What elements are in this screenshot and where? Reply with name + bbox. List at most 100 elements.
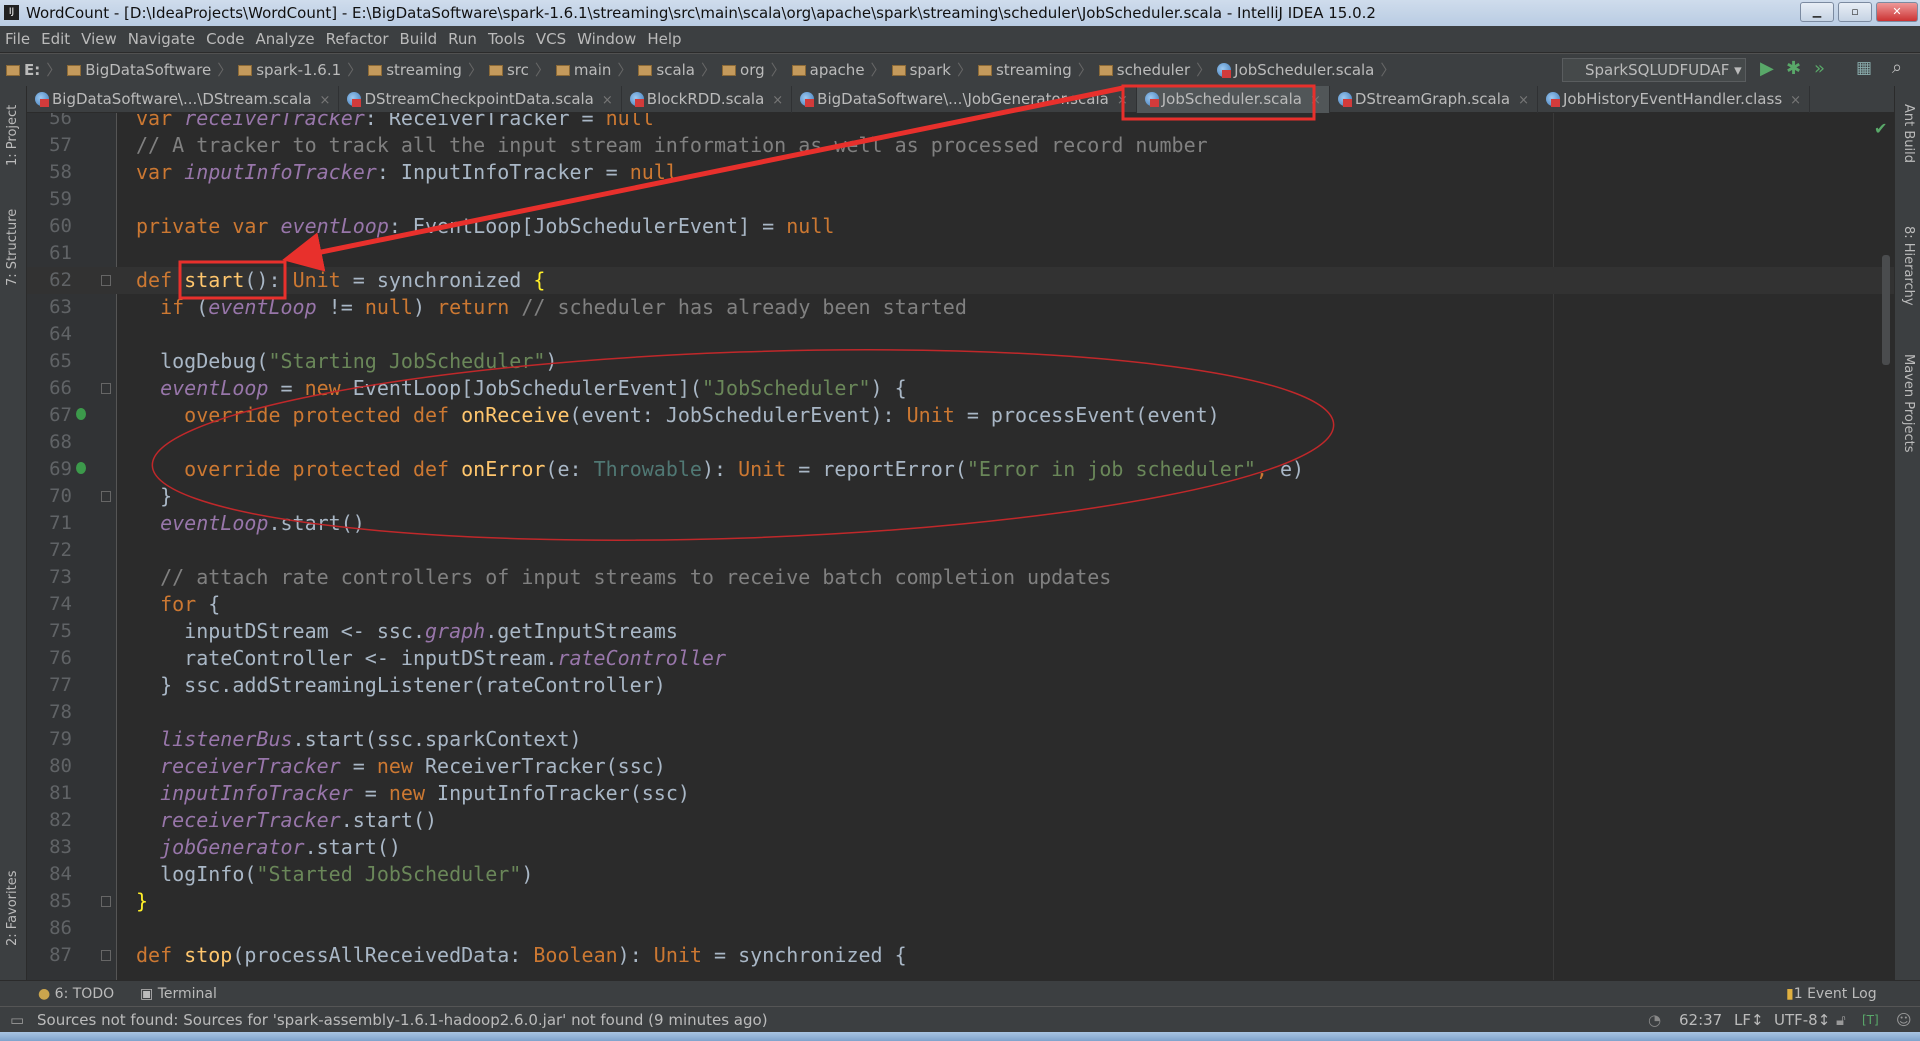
close-tab-icon[interactable]: × [1310, 93, 1321, 108]
line-number: 81 [49, 782, 72, 804]
lock-icon[interactable]: 🔓︎ [1836, 1007, 1846, 1033]
breadcrumb-item[interactable]: E: 〉 [6, 54, 61, 87]
fold-marker-icon[interactable] [101, 275, 111, 286]
code-token: Unit [738, 457, 787, 481]
fold-marker-icon[interactable] [101, 950, 111, 961]
event-log-button[interactable]: ▮1 Event Log [1786, 981, 1877, 1007]
project-tool-button[interactable]: 1: Project [5, 105, 20, 166]
breadcrumb-item[interactable]: streaming 〉 [977, 54, 1093, 87]
breadcrumb-item[interactable]: src 〉 [488, 54, 550, 87]
maven-projects-tool-button[interactable]: Maven Projects [1901, 354, 1916, 453]
memory-indicator-icon[interactable]: ◔ [1648, 1007, 1661, 1033]
code-editor[interactable]: 56 var receiverTracker: ReceiverTracker =… [27, 113, 1894, 980]
close-tab-icon[interactable]: × [772, 93, 783, 108]
menu-refactor[interactable]: Refactor [326, 30, 389, 48]
breadcrumb-item[interactable]: BigDataSoftware 〉 [67, 54, 232, 87]
project-structure-icon[interactable]: ▦ [1856, 58, 1872, 78]
breadcrumb-item[interactable]: apache 〉 [791, 54, 886, 87]
todo-tool-button[interactable]: ● 6: TODO [38, 981, 114, 1007]
code-token: "JobScheduler" [701, 376, 871, 400]
editor-tab[interactable]: JobScheduler.scala × [1136, 86, 1330, 113]
minimize-button[interactable]: ▁ [1800, 2, 1834, 22]
breadcrumb-item[interactable]: main 〉 [555, 54, 632, 87]
line-number: 68 [49, 431, 72, 453]
line-separator[interactable]: LF↕ [1734, 1007, 1764, 1033]
hector-icon[interactable]: ☺ [1896, 1007, 1912, 1033]
menu-tools[interactable]: Tools [488, 30, 525, 48]
editor-tab[interactable]: JobHistoryEventHandler.class × [1538, 86, 1811, 113]
menu-view[interactable]: View [81, 30, 117, 48]
code-token: ) [545, 349, 558, 373]
menu-code[interactable]: Code [206, 30, 244, 48]
close-tab-icon[interactable]: × [1790, 93, 1801, 108]
menu-window[interactable]: Window [577, 30, 636, 48]
code-token: .start() [304, 835, 401, 859]
breadcrumb-item[interactable]: scala 〉 [638, 54, 716, 87]
breadcrumb-separator: 〉 [770, 61, 786, 79]
caret-position[interactable]: 62:37 [1679, 1007, 1722, 1033]
breadcrumb-item[interactable]: scheduler 〉 [1098, 54, 1211, 87]
folder-icon [238, 65, 253, 76]
override-marker-icon[interactable] [76, 462, 86, 474]
breadcrumb-item[interactable]: JobScheduler.scala 〉 [1217, 54, 1395, 87]
editor-tab[interactable]: BigDataSoftware\...\JobGenerator.scala × [792, 86, 1137, 113]
file-encoding[interactable]: UTF-8↕ [1774, 1007, 1830, 1033]
fold-marker-icon[interactable] [101, 491, 111, 502]
code-token: eventLoop [136, 376, 269, 400]
code-line: 71 eventLoop.start() [27, 510, 1894, 537]
hierarchy-tool-button[interactable]: 8: Hierarchy [1901, 226, 1916, 306]
maximize-button[interactable]: ▫ [1838, 2, 1872, 22]
line-number: 69 [49, 458, 72, 480]
line-number: 78 [49, 701, 72, 723]
title-bar: IJ WordCount - [D:\IdeaProjects\WordCoun… [0, 0, 1920, 26]
run-icon[interactable]: ▶ [1760, 58, 1774, 79]
breadcrumb-label: streaming [386, 61, 462, 79]
menu-help[interactable]: Help [647, 30, 681, 48]
code-text: logInfo("Started JobScheduler") [136, 861, 533, 888]
close-button[interactable]: ✕ [1876, 2, 1918, 22]
menu-edit[interactable]: Edit [41, 30, 70, 48]
line-number: 65 [49, 350, 72, 372]
menu-run[interactable]: Run [448, 30, 477, 48]
breadcrumb-separator: 〉 [1380, 61, 1396, 79]
search-icon[interactable]: ⌕ [1892, 57, 1902, 78]
breadcrumb-item[interactable]: spark-1.6.1 〉 [238, 54, 362, 87]
code-token: override protected def [136, 403, 462, 427]
structure-tool-button[interactable]: 7: Structure [5, 209, 20, 286]
code-token: = reportError( [786, 457, 967, 481]
breadcrumb-item[interactable]: streaming 〉 [368, 54, 483, 87]
editor-tab[interactable]: DStreamGraph.scala × [1330, 86, 1538, 113]
toggle-tool-windows-icon[interactable]: ▭ [10, 1007, 24, 1033]
close-tab-icon[interactable]: × [1518, 93, 1529, 108]
breadcrumb-label: spark-1.6.1 [256, 61, 342, 79]
code-token: inputDStream <- ssc. [136, 619, 425, 643]
code-token: "Started JobScheduler" [256, 862, 522, 886]
vertical-scrollbar[interactable] [1882, 255, 1890, 365]
menu-vcs[interactable]: VCS [536, 30, 566, 48]
code-line: 81 inputInfoTracker = new InputInfoTrack… [27, 780, 1894, 807]
close-tab-icon[interactable]: × [320, 93, 331, 108]
coverage-icon[interactable]: » [1814, 58, 1825, 79]
debug-icon[interactable]: ✱ [1786, 58, 1801, 79]
code-token: = [340, 754, 377, 778]
status-message[interactable]: Sources not found: Sources for 'spark-as… [37, 1007, 768, 1033]
menu-build[interactable]: Build [400, 30, 438, 48]
terminal-tool-button[interactable]: ▣ Terminal [140, 981, 217, 1007]
editor-tab[interactable]: BigDataSoftware\...\DStream.scala × [27, 86, 340, 113]
run-configuration-select[interactable]: SparkSQLUDFUDAF ▾ [1562, 58, 1746, 82]
fold-marker-icon[interactable] [101, 383, 111, 394]
breadcrumb-item[interactable]: org 〉 [722, 54, 786, 87]
breadcrumb-item[interactable]: spark 〉 [891, 54, 972, 87]
close-tab-icon[interactable]: × [602, 93, 613, 108]
menu-file[interactable]: File [5, 30, 30, 48]
editor-tab[interactable]: BlockRDD.scala × [622, 86, 793, 113]
editor-tab[interactable]: DStreamCheckpointData.scala × [339, 86, 622, 113]
inspection-icon[interactable]: [T] [1862, 1007, 1879, 1033]
menu-navigate[interactable]: Navigate [128, 30, 195, 48]
ant-build-tool-button[interactable]: Ant Build [1901, 104, 1916, 163]
menu-analyze[interactable]: Analyze [255, 30, 314, 48]
fold-marker-icon[interactable] [101, 896, 111, 907]
close-tab-icon[interactable]: × [1117, 93, 1128, 108]
override-marker-icon[interactable] [76, 408, 86, 420]
favorites-tool-button[interactable]: 2: Favorites [5, 870, 20, 946]
